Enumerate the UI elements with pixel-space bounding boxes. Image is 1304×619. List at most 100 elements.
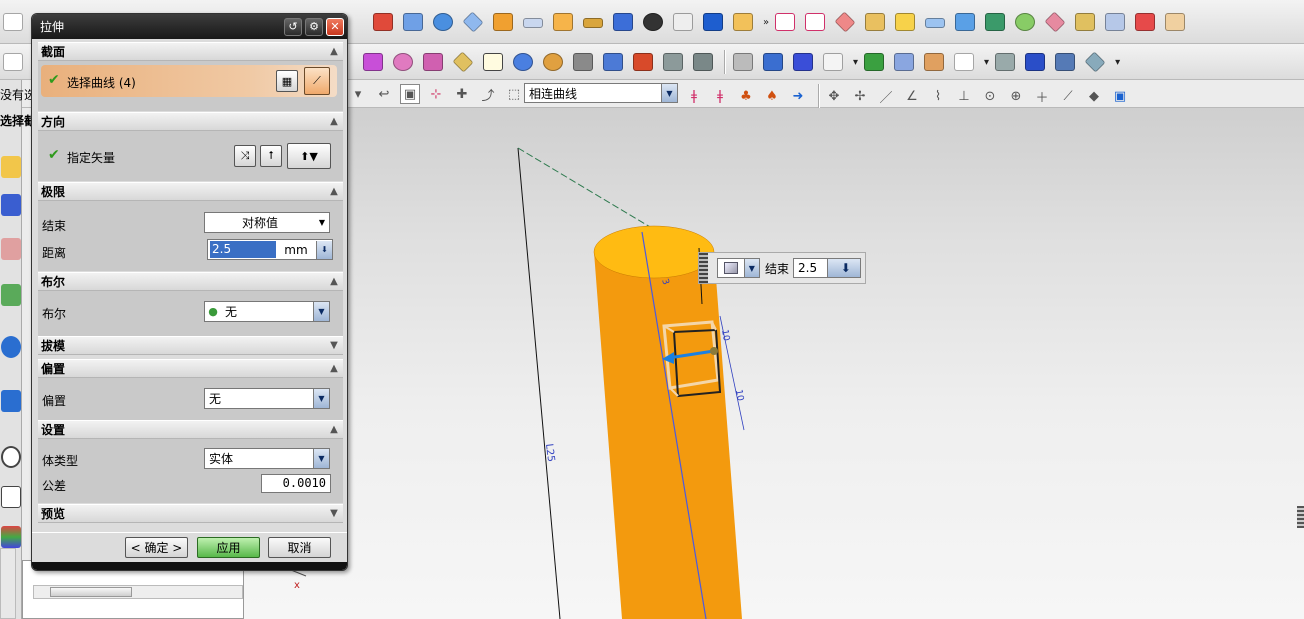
dropdown-arrow-icon[interactable]: ▾ bbox=[348, 84, 368, 104]
sketch-section-icon[interactable]: ▦ bbox=[276, 70, 298, 92]
horizontal-scrollbar[interactable] bbox=[33, 585, 243, 599]
boolean-select[interactable]: ● 无 ▼ bbox=[204, 301, 330, 322]
close-icon[interactable]: ✕ bbox=[326, 17, 344, 36]
boss-icon[interactable] bbox=[550, 9, 576, 35]
chevron-up-icon[interactable]: ▲ bbox=[325, 186, 343, 197]
reuse-library-icon[interactable] bbox=[1, 284, 21, 306]
pocket-icon[interactable] bbox=[580, 9, 606, 35]
sketch-rect2-icon[interactable] bbox=[802, 9, 828, 35]
gray-block-icon[interactable] bbox=[660, 49, 686, 75]
pad-icon[interactable] bbox=[610, 9, 636, 35]
reverse-direction-icon[interactable]: ⤨ bbox=[234, 145, 256, 167]
block-icon[interactable] bbox=[400, 9, 426, 35]
toolbar-overflow-icon[interactable]: ▾ bbox=[1115, 57, 1120, 68]
subtract-icon[interactable] bbox=[700, 9, 726, 35]
csys-icon[interactable] bbox=[951, 49, 977, 75]
direction-group-header[interactable]: 方向 ▲ bbox=[38, 112, 343, 131]
plus-icon[interactable]: ＋ bbox=[1032, 86, 1052, 106]
body-type-select[interactable]: 实体 ▼ bbox=[204, 448, 330, 469]
snap-icon[interactable] bbox=[0, 49, 26, 75]
arrow-down-icon[interactable]: ⬇ bbox=[826, 259, 861, 277]
limits-group-header[interactable]: 极限 ▲ bbox=[38, 182, 343, 201]
roles-icon[interactable] bbox=[1, 526, 21, 548]
cylinder-icon[interactable] bbox=[430, 9, 456, 35]
snap-vertex-icon[interactable]: ✚ bbox=[452, 84, 472, 104]
offset-surface-icon[interactable] bbox=[1042, 9, 1068, 35]
vector-dialog-icon[interactable]: ⭡ bbox=[260, 145, 282, 167]
limit-mode-select[interactable]: ▼ bbox=[717, 258, 760, 278]
cone-icon[interactable] bbox=[460, 9, 486, 35]
point-icon[interactable] bbox=[480, 49, 506, 75]
toolbar-overflow-icon[interactable]: ▾ bbox=[984, 57, 989, 68]
chevron-down-icon[interactable]: ▼ bbox=[313, 389, 329, 408]
follow-fillet-icon[interactable]: ǂ bbox=[710, 86, 730, 106]
new-file-icon[interactable] bbox=[0, 9, 26, 35]
sew-icon[interactable] bbox=[1102, 9, 1128, 35]
end-type-select[interactable]: 对称值 ▼ bbox=[204, 212, 330, 233]
gray-block2-icon[interactable] bbox=[690, 49, 716, 75]
quadrant-icon[interactable]: ⊕ bbox=[1006, 86, 1026, 106]
sheet-icon[interactable] bbox=[760, 49, 786, 75]
section-group-header[interactable]: 截面 ▲ bbox=[38, 42, 343, 61]
float-value-field[interactable]: 2.5 ⬇ bbox=[793, 258, 862, 278]
thicken-icon[interactable] bbox=[1162, 9, 1188, 35]
preview-group-header[interactable]: 预览 ▼ bbox=[38, 504, 343, 523]
layer-icon[interactable] bbox=[790, 49, 816, 75]
chevron-down-icon[interactable]: ▼ bbox=[313, 302, 329, 321]
arrow-right-icon[interactable]: ➜ bbox=[788, 86, 808, 106]
surface-icon[interactable] bbox=[922, 9, 948, 35]
chevron-down-icon[interactable]: ▼ bbox=[325, 508, 343, 519]
snap-point-icon[interactable]: ⊹ bbox=[426, 84, 446, 104]
angle-icon[interactable]: ∠ bbox=[902, 86, 922, 106]
constraint-navigator-icon[interactable] bbox=[1, 194, 21, 216]
pen-icon[interactable] bbox=[1052, 49, 1078, 75]
system-materials-icon[interactable] bbox=[1, 486, 21, 508]
view-orient-icon[interactable] bbox=[820, 49, 846, 75]
select-body-icon[interactable]: ▣ bbox=[400, 84, 420, 104]
chevron-down-icon[interactable]: ▼ bbox=[313, 449, 329, 468]
vector-type-dropdown[interactable]: ⬆▼ bbox=[287, 143, 331, 169]
chevron-up-icon[interactable]: ▲ bbox=[325, 363, 343, 374]
cancel-button[interactable]: 取消 bbox=[268, 537, 331, 558]
tangent-icon[interactable]: ⟋ bbox=[1058, 86, 1078, 106]
settings-group-header[interactable]: 设置 ▲ bbox=[38, 420, 343, 439]
offset-group-header[interactable]: 偏置 ▲ bbox=[38, 359, 343, 378]
gear-tool-icon[interactable] bbox=[640, 9, 666, 35]
revolve-icon[interactable] bbox=[490, 9, 516, 35]
hole-icon[interactable] bbox=[520, 9, 546, 35]
web-browser-icon[interactable] bbox=[1, 336, 21, 358]
move-icon[interactable]: ✥ bbox=[824, 86, 844, 106]
chevron-down-icon[interactable]: ▼ bbox=[661, 84, 677, 102]
undo-icon[interactable]: ↩ bbox=[374, 84, 394, 104]
history-icon[interactable] bbox=[1, 390, 21, 412]
sphere-surface-icon[interactable] bbox=[1012, 9, 1038, 35]
toolbar-overflow-icon[interactable]: » bbox=[763, 17, 769, 28]
part-navigator-icon[interactable] bbox=[1, 238, 21, 260]
cylinder-top-face[interactable] bbox=[593, 225, 715, 279]
chevron-up-icon[interactable]: ▲ bbox=[325, 424, 343, 435]
check-geometry-icon[interactable] bbox=[861, 49, 887, 75]
stop-at-intersection-icon[interactable]: ǂ bbox=[684, 86, 704, 106]
chevron-down-icon[interactable]: ▼ bbox=[325, 340, 343, 351]
edge-blend-icon[interactable] bbox=[892, 9, 918, 35]
model-canvas[interactable]: L25 10 10 3 x bbox=[244, 108, 1304, 619]
left-scrollbar[interactable] bbox=[0, 548, 16, 619]
sketch-rect-icon[interactable] bbox=[772, 9, 798, 35]
snap-mid-icon[interactable]: ⤴ bbox=[478, 84, 498, 104]
arc-icon[interactable] bbox=[390, 49, 416, 75]
mesh-icon[interactable] bbox=[832, 9, 858, 35]
analysis-icon[interactable] bbox=[1132, 9, 1158, 35]
chevron-down-icon[interactable]: ▼ bbox=[315, 218, 329, 227]
boolean-group-header[interactable]: 布尔 ▲ bbox=[38, 272, 343, 291]
apply-button[interactable]: 应用 bbox=[197, 537, 260, 558]
feature-curve-icon[interactable]: ♣ bbox=[736, 86, 756, 106]
surface-point-icon[interactable]: ◆ bbox=[1084, 86, 1104, 106]
cube-view-icon[interactable]: ▣ bbox=[1110, 86, 1130, 106]
arrow-down-icon[interactable]: ⬇ bbox=[316, 240, 332, 259]
draft-group-header[interactable]: 拔模 ▼ bbox=[38, 336, 343, 355]
chevron-up-icon[interactable]: ▲ bbox=[325, 46, 343, 57]
settings-gear-icon[interactable]: ⚙ bbox=[305, 17, 323, 36]
frame-icon[interactable] bbox=[730, 49, 756, 75]
table-icon[interactable] bbox=[921, 49, 947, 75]
assembly-icon[interactable] bbox=[891, 49, 917, 75]
